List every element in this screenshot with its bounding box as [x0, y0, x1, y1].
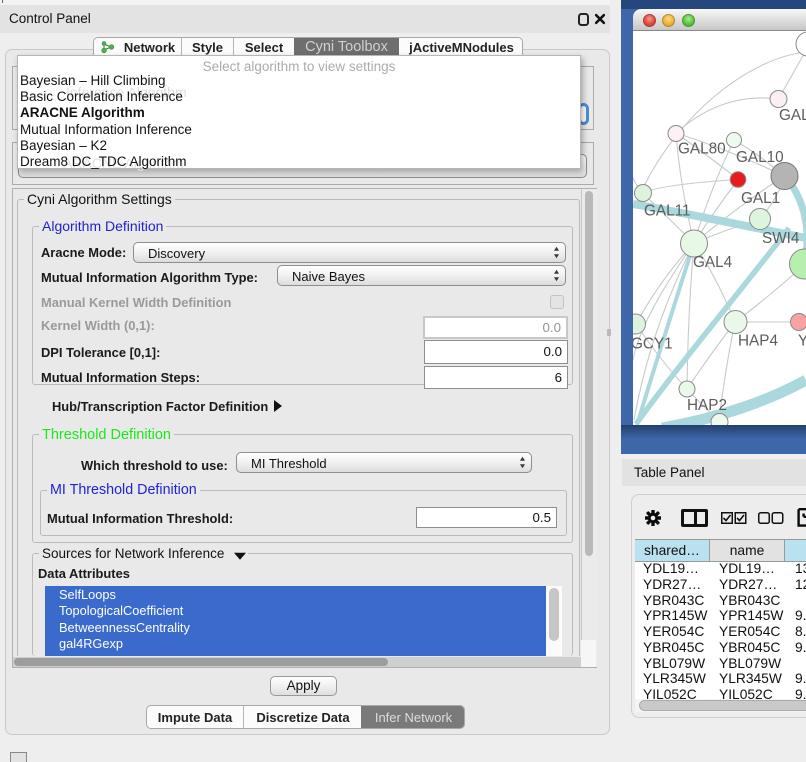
svg-text:GAL1: GAL1: [741, 190, 780, 207]
svg-text:GAL7: GAL7: [779, 107, 806, 124]
svg-text:GAL4: GAL4: [693, 254, 733, 271]
svg-text:HAP2: HAP2: [687, 397, 727, 414]
svg-text:GCY1: GCY1: [633, 336, 673, 353]
svg-text:Y: Y: [798, 333, 806, 350]
svg-text:GAL11: GAL11: [644, 203, 691, 220]
svg-text:GAL10: GAL10: [736, 149, 784, 166]
svg-text:GAL80: GAL80: [678, 141, 726, 158]
svg-text:HAP4: HAP4: [738, 333, 778, 350]
svg-text:SWI4: SWI4: [762, 230, 800, 247]
